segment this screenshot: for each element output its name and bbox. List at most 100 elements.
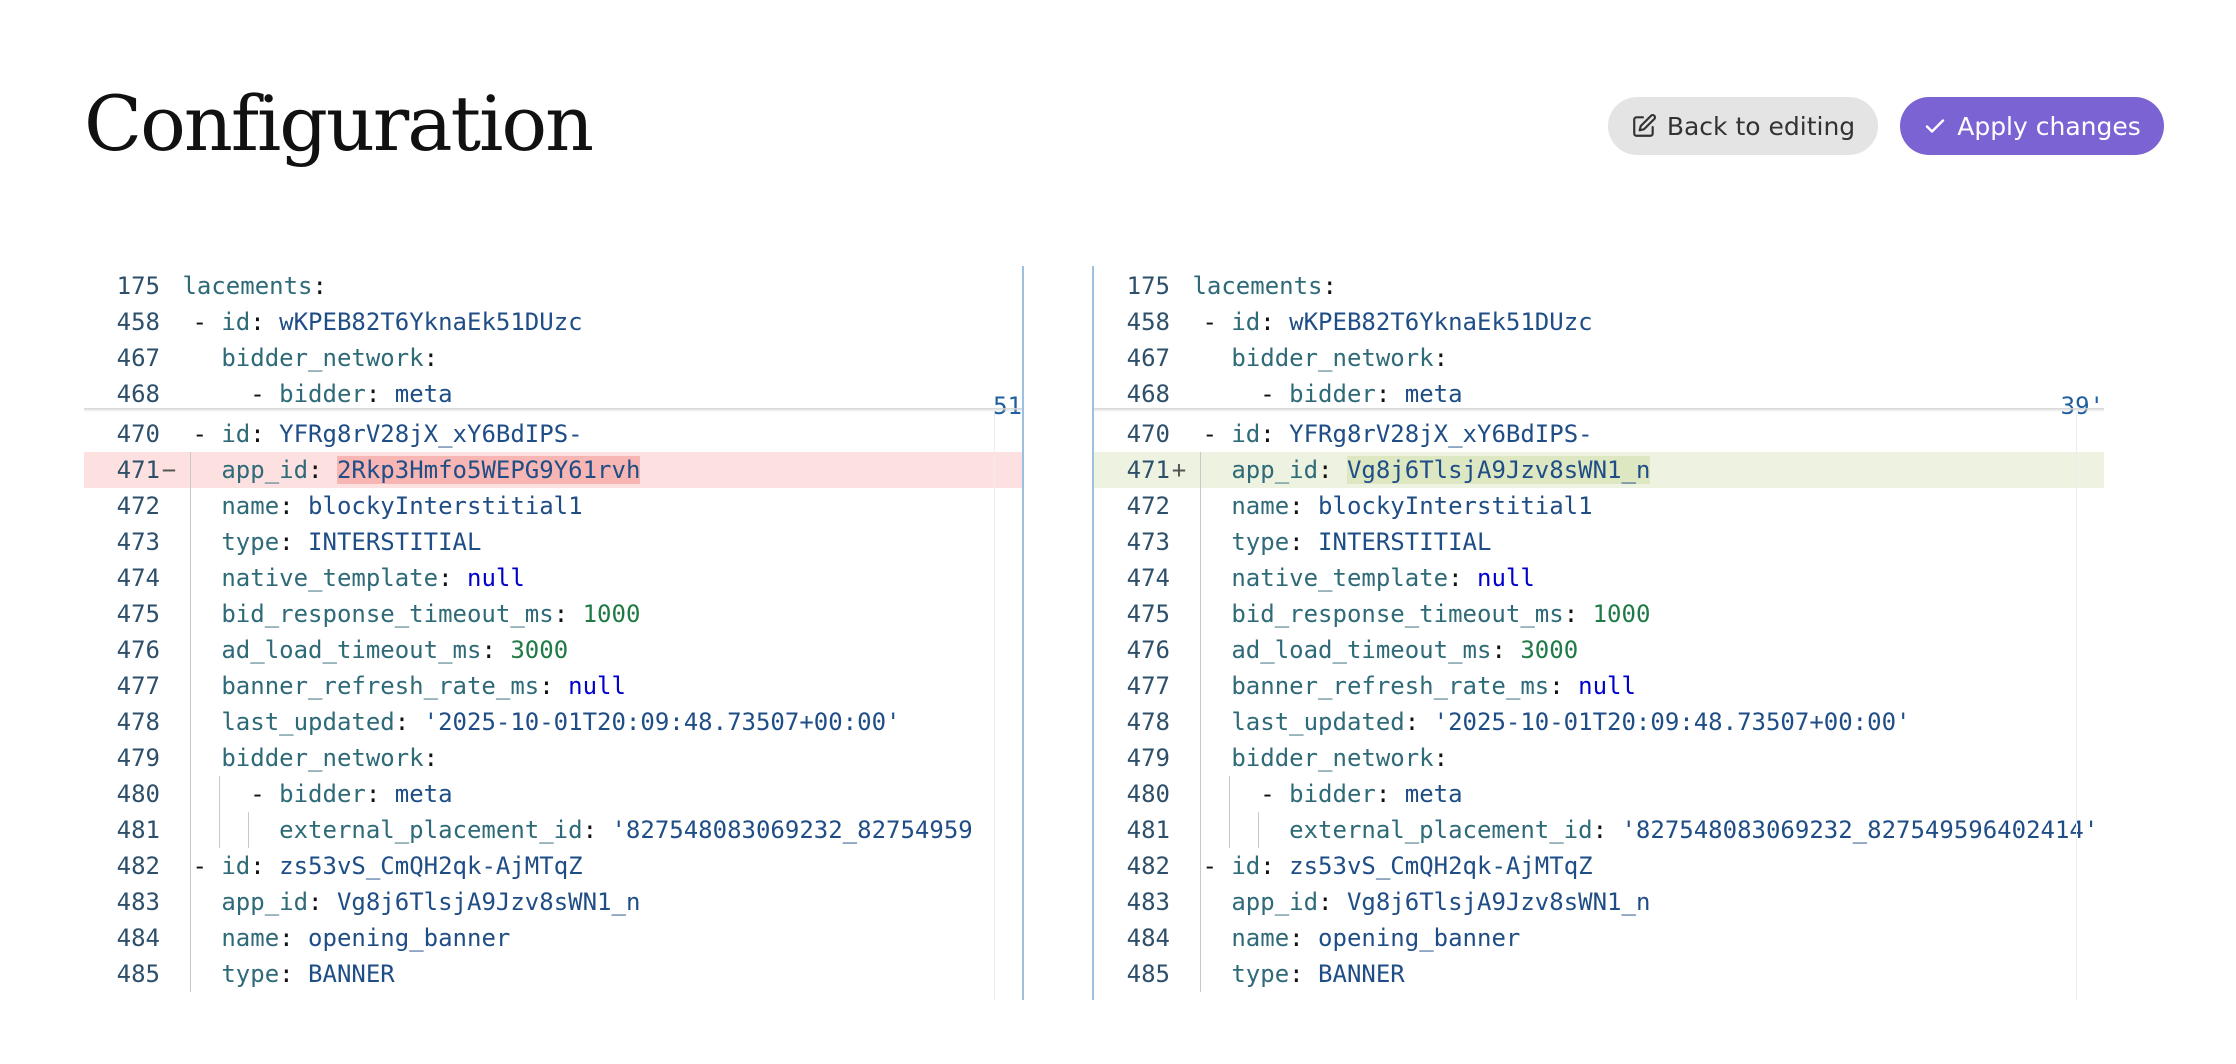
yaml-value: 3000 <box>1520 636 1579 664</box>
code-text: - id: wKPEB82T6YknaEk51DUzc <box>192 304 582 340</box>
yaml-value: null <box>467 564 525 592</box>
diff-line: 481 external_placement_id: '8275480830692… <box>84 812 1022 848</box>
yaml-key: external_placement_id <box>1289 816 1593 844</box>
line-number: 479 <box>1126 744 1170 772</box>
yaml-value: YFRg8rV28jX_xY6BdIPS- <box>1289 420 1593 448</box>
yaml-key: bidder <box>1289 380 1376 408</box>
code-text: ad_load_timeout_ms: 3000 <box>221 632 568 668</box>
line-number: 476 <box>116 636 160 664</box>
yaml-key: banner_refresh_rate_ms <box>1231 672 1550 700</box>
line-number: 478 <box>116 708 160 736</box>
yaml-key: type <box>221 960 280 988</box>
yaml-colon: : <box>365 380 395 408</box>
yaml-value: zs53vS_CmQH2qk-AjMTqZ <box>279 852 583 880</box>
line-number: 482 <box>116 852 160 880</box>
yaml-colon: : <box>394 708 424 736</box>
yaml-colon: : <box>308 888 337 916</box>
diff-line: 479 bidder_network: <box>1094 740 2104 776</box>
added-line-marker: + <box>1171 456 1187 484</box>
code-text: banner_refresh_rate_ms: null <box>1231 668 1636 704</box>
yaml-colon: : <box>1563 600 1593 628</box>
diff-line: 484 name: opening_banner <box>84 920 1022 956</box>
yaml-colon: : <box>582 816 612 844</box>
diff-line: 476 ad_load_timeout_ms: 3000 <box>1094 632 2104 668</box>
yaml-key: ad_load_timeout_ms <box>1231 636 1492 664</box>
yaml-key: bidder <box>1289 780 1376 808</box>
diff-line: 481 external_placement_id: '8275480830692… <box>1094 812 2104 848</box>
yaml-colon: : <box>1260 852 1290 880</box>
line-number: 470 <box>1126 420 1170 448</box>
yaml-value: 3000 <box>510 636 569 664</box>
sticky-scroll-header: 175 lacements: 458 - id: wKPEB82T6YknaEk51… <box>84 266 1022 420</box>
list-dash: - <box>250 380 280 408</box>
code-text: lacements: <box>1188 268 1337 304</box>
yaml-value: BANNER <box>1318 960 1405 988</box>
yaml-key: last_updated <box>221 708 395 736</box>
list-dash: - <box>1260 380 1290 408</box>
line-number: 175 <box>116 272 160 300</box>
line-number: 471 <box>1126 456 1170 484</box>
indent-guide <box>1258 812 1260 848</box>
yaml-key: type <box>1231 960 1290 988</box>
yaml-colon: : <box>365 780 395 808</box>
line-number: 481 <box>1126 816 1170 844</box>
diff-line: 474 native_template: null <box>1094 560 2104 596</box>
diff-line: 476 ad_load_timeout_ms: 3000 <box>84 632 1022 668</box>
line-number: 475 <box>116 600 160 628</box>
line-number: 479 <box>116 744 160 772</box>
diff-line: 175 lacements: <box>84 268 1022 304</box>
diff-line: 458 - id: wKPEB82T6YknaEk51DUzc <box>84 304 1022 340</box>
yaml-key: bidder <box>279 780 366 808</box>
diff-line: 480 - bidder: meta <box>1094 776 2104 812</box>
code-text: - bidder: meta <box>250 376 452 412</box>
yaml-value: YFRg8rV28jX_xY6BdIPS- <box>279 420 583 448</box>
yaml-key: last_updated <box>1231 708 1405 736</box>
diff-line: 468 - bidder: meta <box>1094 376 2104 412</box>
edit-icon <box>1631 113 1657 139</box>
diff-line: 477 banner_refresh_rate_ms: null <box>1094 668 2104 704</box>
list-dash: - <box>1202 852 1232 880</box>
diff-line: 480 - bidder: meta <box>84 776 1022 812</box>
yaml-key: bidder_network <box>221 344 424 372</box>
yaml-key: type <box>1231 528 1290 556</box>
removed-line-marker: − <box>161 456 177 484</box>
yaml-value: Vg8j6TlsjA9Jzv8sWN1_n <box>1346 888 1651 916</box>
diff-line: 479 bidder_network: <box>84 740 1022 776</box>
code-text: app_id: Vg8j6TlsjA9Jzv8sWN1_n <box>1231 452 1651 488</box>
line-number: 484 <box>116 924 160 952</box>
diff-line: 175 lacements: <box>1094 268 2104 304</box>
yaml-value: blockyInterstitial1 <box>1318 492 1593 520</box>
list-dash: - <box>1202 420 1232 448</box>
diff-line: 483 app_id: Vg8j6TlsjA9Jzv8sWN1_n <box>1094 884 2104 920</box>
indent-guide <box>190 848 192 992</box>
yaml-colon: : <box>1433 744 1463 772</box>
line-number: 472 <box>1126 492 1170 520</box>
code-text: banner_refresh_rate_ms: null <box>221 668 626 704</box>
diff-line: 478 last_updated: '2025-10-01T20:09:48.73… <box>84 704 1022 740</box>
line-number: 476 <box>1126 636 1170 664</box>
diff-line: 473 type: INTERSTITIAL <box>84 524 1022 560</box>
yaml-key: bid_response_timeout_ms <box>1231 600 1564 628</box>
code-text: lacements: <box>178 268 327 304</box>
diff-original-pane[interactable]: 175 lacements: 458 - id: wKPEB82T6YknaEk51… <box>84 266 1022 1000</box>
yaml-value: 1000 <box>582 600 641 628</box>
diff-line: 472 name: blockyInterstitial1 <box>1094 488 2104 524</box>
yaml-colon: : <box>539 672 569 700</box>
page-title: Configuration <box>84 79 594 168</box>
diff-overview-gutter[interactable] <box>1022 266 1094 1000</box>
code-text: native_template: null <box>221 560 524 596</box>
yaml-value: Vg8j6TlsjA9Jzv8sWN1_n <box>1346 456 1651 484</box>
code-text: external_placement_id: '827548083069232_… <box>1289 812 2098 848</box>
back-to-editing-button[interactable]: Back to editing <box>1608 97 1878 155</box>
yaml-colon: : <box>1318 456 1347 484</box>
code-text: - id: wKPEB82T6YknaEk51DUzc <box>1202 304 1592 340</box>
apply-changes-button[interactable]: Apply changes <box>1900 97 2164 155</box>
yaml-colon: : <box>1260 420 1290 448</box>
line-number: 467 <box>116 344 160 372</box>
yaml-colon: : <box>481 636 511 664</box>
code-text: bidder_network: <box>221 340 452 376</box>
yaml-key: id <box>1231 308 1261 336</box>
line-number: 480 <box>1126 780 1170 808</box>
line-number: 484 <box>1126 924 1170 952</box>
diff-modified-pane[interactable]: 175 lacements: 458 - id: wKPEB82T6YknaEk51… <box>1094 266 2104 1000</box>
